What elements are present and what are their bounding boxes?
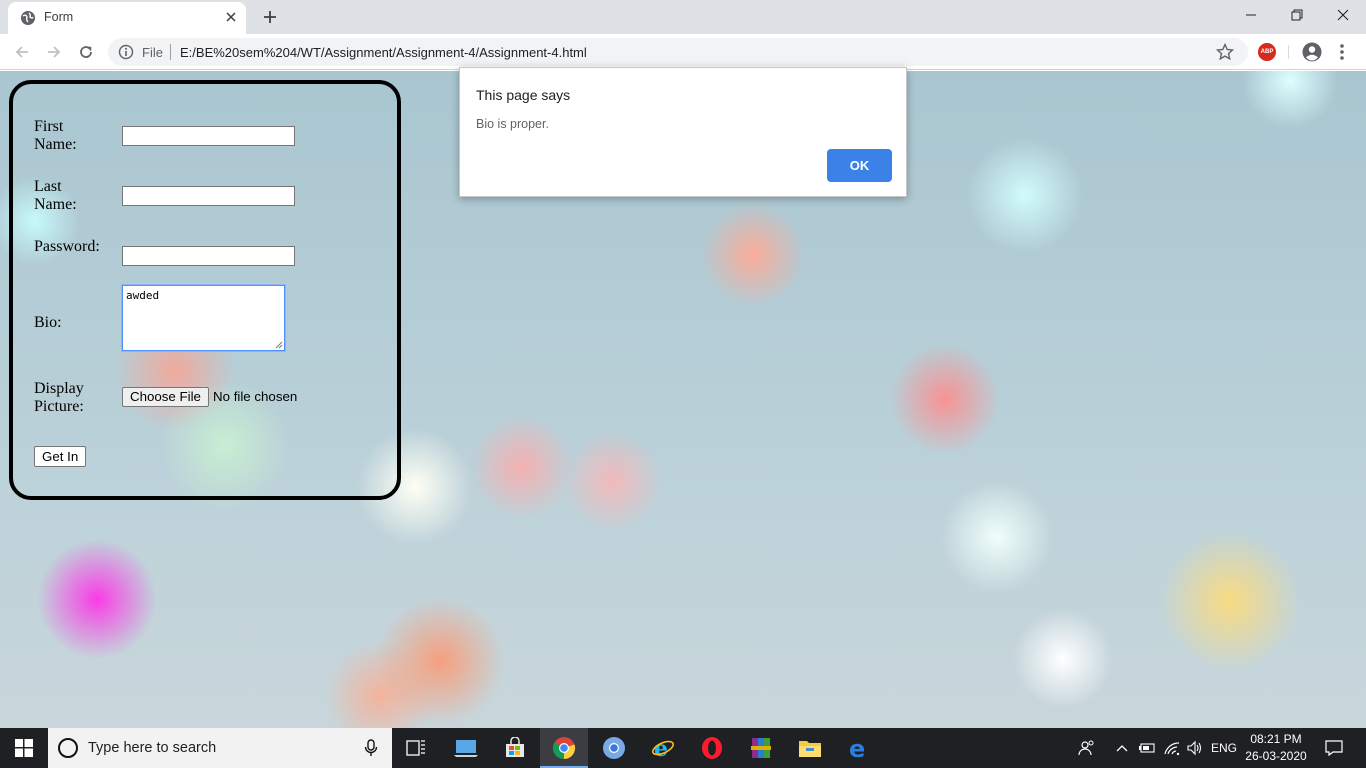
file-explorer-icon[interactable] <box>786 728 834 768</box>
info-icon[interactable] <box>118 44 134 60</box>
tab-close-icon[interactable] <box>222 8 240 26</box>
back-arrow-icon[interactable] <box>10 40 34 64</box>
restore-icon[interactable] <box>1274 0 1320 30</box>
bookmark-star-icon[interactable] <box>1216 43 1234 61</box>
new-tab-plus-icon[interactable] <box>258 5 282 29</box>
login-form: First Name: Last Name: Password: Bio: aw… <box>9 80 401 500</box>
menu-kebab-icon[interactable] <box>1336 42 1348 62</box>
battery-icon[interactable] <box>1136 728 1158 768</box>
microphone-icon[interactable] <box>364 739 378 757</box>
bio-text: awded <box>126 289 160 302</box>
taskbar-search-box[interactable]: Type here to search <box>48 728 392 768</box>
svg-text:e: e <box>849 736 865 760</box>
chevron-up-icon[interactable] <box>1110 728 1134 768</box>
clock-time: 08:21 PM <box>1250 732 1302 746</box>
taskbar: Type here to search e e ENG 08:21 PM 26-… <box>0 728 1366 768</box>
toolbar-divider <box>1288 45 1289 59</box>
reload-icon[interactable] <box>74 40 98 64</box>
tab-form[interactable]: Form <box>8 2 246 34</box>
address-bar[interactable]: File E:/BE%20sem%204/WT/Assignment/Assig… <box>108 38 1248 66</box>
password-label: Password: <box>34 238 100 255</box>
winrar-icon[interactable] <box>737 728 785 768</box>
globe-icon <box>21 11 35 25</box>
first-name-label: First Name: <box>34 118 77 153</box>
close-window-icon[interactable] <box>1320 0 1366 30</box>
tab-strip: Form <box>0 0 1366 34</box>
people-icon[interactable] <box>1074 728 1100 768</box>
task-view-icon[interactable] <box>392 728 440 768</box>
internet-explorer-icon[interactable]: e <box>639 728 687 768</box>
volume-icon[interactable] <box>1184 728 1206 768</box>
store-icon[interactable] <box>491 728 539 768</box>
tab-title: Form <box>44 10 74 24</box>
notification-icon[interactable] <box>1320 728 1348 768</box>
get-in-button[interactable]: Get In <box>34 446 87 467</box>
chrome-icon[interactable] <box>540 728 588 768</box>
dialog-title: This page says <box>476 87 571 103</box>
windows-start-icon[interactable] <box>0 728 48 768</box>
cortana-circle-icon <box>58 738 78 758</box>
file-status: No file chosen <box>213 389 298 404</box>
last-name-label: Last Name: <box>34 178 77 213</box>
dialog-message: Bio is proper. <box>476 117 549 131</box>
browser-toolbar: File E:/BE%20sem%204/WT/Assignment/Assig… <box>0 34 1366 70</box>
alert-dialog: This page says Bio is proper. OK <box>459 67 907 197</box>
profile-avatar-icon[interactable] <box>1302 42 1322 62</box>
last-name-input[interactable] <box>122 186 295 206</box>
first-name-input[interactable] <box>122 126 295 146</box>
wifi-icon[interactable] <box>1160 728 1184 768</box>
bio-label: Bio: <box>34 314 62 331</box>
clock-date: 26-03-2020 <box>1245 749 1307 763</box>
laptop-app-icon[interactable] <box>442 728 490 768</box>
edge-icon[interactable]: e <box>835 728 883 768</box>
opera-icon[interactable] <box>688 728 736 768</box>
choose-file-button[interactable]: Choose File <box>122 387 209 407</box>
ok-button[interactable]: OK <box>827 149 892 182</box>
search-placeholder: Type here to search <box>88 740 217 756</box>
taskbar-clock[interactable]: 08:21 PM 26-03-2020 <box>1236 731 1316 765</box>
address-divider <box>170 44 171 60</box>
chromium-icon[interactable] <box>590 728 638 768</box>
resize-grip-icon[interactable] <box>275 341 283 349</box>
password-input[interactable] <box>122 246 295 266</box>
svg-text:e: e <box>654 736 668 760</box>
forward-arrow-icon[interactable] <box>42 40 66 64</box>
display-picture-label: Display Picture: <box>34 380 84 415</box>
bio-textarea[interactable]: awded <box>122 285 285 351</box>
adblock-extension-icon[interactable]: ABP <box>1258 43 1276 61</box>
minimize-icon[interactable] <box>1228 0 1274 30</box>
address-scheme: File <box>142 45 163 60</box>
address-url[interactable]: E:/BE%20sem%204/WT/Assignment/Assignment… <box>180 45 587 60</box>
